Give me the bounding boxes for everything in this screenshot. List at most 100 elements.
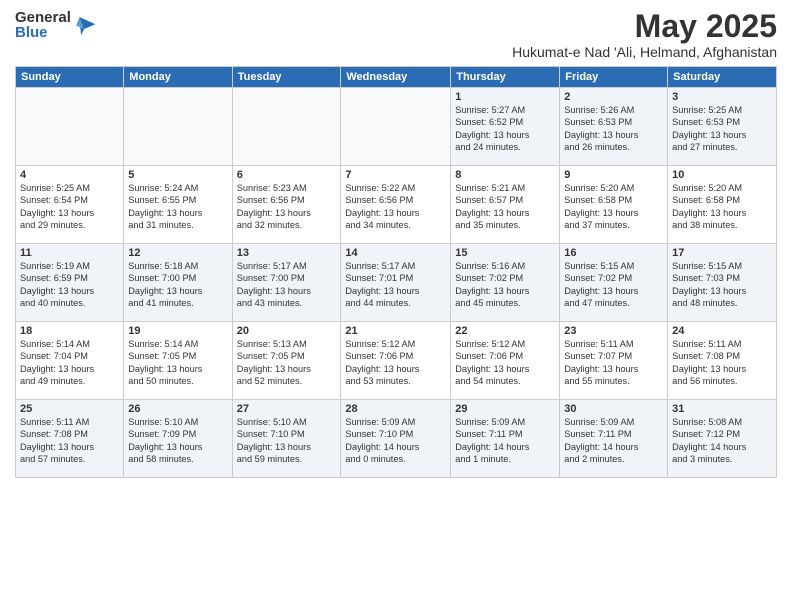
- table-row: 14Sunrise: 5:17 AM Sunset: 7:01 PM Dayli…: [341, 244, 451, 322]
- table-row: 9Sunrise: 5:20 AM Sunset: 6:58 PM Daylig…: [560, 166, 668, 244]
- logo-icon: [73, 13, 97, 37]
- day-info: Sunrise: 5:10 AM Sunset: 7:09 PM Dayligh…: [128, 416, 227, 466]
- day-number: 11: [20, 247, 119, 259]
- logo-text: General Blue: [15, 10, 97, 40]
- table-row: 12Sunrise: 5:18 AM Sunset: 7:00 PM Dayli…: [124, 244, 232, 322]
- day-info: Sunrise: 5:23 AM Sunset: 6:56 PM Dayligh…: [237, 182, 337, 232]
- day-info: Sunrise: 5:15 AM Sunset: 7:02 PM Dayligh…: [564, 260, 663, 310]
- table-row: 19Sunrise: 5:14 AM Sunset: 7:05 PM Dayli…: [124, 322, 232, 400]
- day-number: 16: [564, 247, 663, 259]
- table-row: 27Sunrise: 5:10 AM Sunset: 7:10 PM Dayli…: [232, 400, 341, 478]
- day-info: Sunrise: 5:24 AM Sunset: 6:55 PM Dayligh…: [128, 182, 227, 232]
- table-row: 5Sunrise: 5:24 AM Sunset: 6:55 PM Daylig…: [124, 166, 232, 244]
- day-number: 3: [672, 91, 772, 103]
- day-info: Sunrise: 5:18 AM Sunset: 7:00 PM Dayligh…: [128, 260, 227, 310]
- calendar-table: Sunday Monday Tuesday Wednesday Thursday…: [15, 66, 777, 478]
- table-row: 17Sunrise: 5:15 AM Sunset: 7:03 PM Dayli…: [668, 244, 777, 322]
- day-info: Sunrise: 5:17 AM Sunset: 7:01 PM Dayligh…: [345, 260, 446, 310]
- header-tuesday: Tuesday: [232, 67, 341, 88]
- table-row: 25Sunrise: 5:11 AM Sunset: 7:08 PM Dayli…: [16, 400, 124, 478]
- day-info: Sunrise: 5:08 AM Sunset: 7:12 PM Dayligh…: [672, 416, 772, 466]
- day-info: Sunrise: 5:16 AM Sunset: 7:02 PM Dayligh…: [455, 260, 555, 310]
- week-row-1: 1Sunrise: 5:27 AM Sunset: 6:52 PM Daylig…: [16, 88, 777, 166]
- table-row: 21Sunrise: 5:12 AM Sunset: 7:06 PM Dayli…: [341, 322, 451, 400]
- logo-blue: Blue: [15, 25, 71, 40]
- day-number: 22: [455, 325, 555, 337]
- day-number: 28: [345, 403, 446, 415]
- location-subtitle: Hukumat-e Nad 'Ali, Helmand, Afghanistan: [512, 44, 777, 60]
- logo-general: General: [15, 10, 71, 25]
- table-row: 2Sunrise: 5:26 AM Sunset: 6:53 PM Daylig…: [560, 88, 668, 166]
- day-info: Sunrise: 5:09 AM Sunset: 7:11 PM Dayligh…: [564, 416, 663, 466]
- table-row: 18Sunrise: 5:14 AM Sunset: 7:04 PM Dayli…: [16, 322, 124, 400]
- day-number: 10: [672, 169, 772, 181]
- header-saturday: Saturday: [668, 67, 777, 88]
- day-info: Sunrise: 5:09 AM Sunset: 7:10 PM Dayligh…: [345, 416, 446, 466]
- day-info: Sunrise: 5:27 AM Sunset: 6:52 PM Dayligh…: [455, 104, 555, 154]
- day-info: Sunrise: 5:17 AM Sunset: 7:00 PM Dayligh…: [237, 260, 337, 310]
- week-row-3: 11Sunrise: 5:19 AM Sunset: 6:59 PM Dayli…: [16, 244, 777, 322]
- day-number: 30: [564, 403, 663, 415]
- day-number: 5: [128, 169, 227, 181]
- day-info: Sunrise: 5:10 AM Sunset: 7:10 PM Dayligh…: [237, 416, 337, 466]
- day-number: 24: [672, 325, 772, 337]
- week-row-5: 25Sunrise: 5:11 AM Sunset: 7:08 PM Dayli…: [16, 400, 777, 478]
- table-row: 30Sunrise: 5:09 AM Sunset: 7:11 PM Dayli…: [560, 400, 668, 478]
- day-info: Sunrise: 5:11 AM Sunset: 7:07 PM Dayligh…: [564, 338, 663, 388]
- day-number: 18: [20, 325, 119, 337]
- day-number: 9: [564, 169, 663, 181]
- header-sunday: Sunday: [16, 67, 124, 88]
- table-row: 20Sunrise: 5:13 AM Sunset: 7:05 PM Dayli…: [232, 322, 341, 400]
- table-row: 26Sunrise: 5:10 AM Sunset: 7:09 PM Dayli…: [124, 400, 232, 478]
- table-row: 29Sunrise: 5:09 AM Sunset: 7:11 PM Dayli…: [451, 400, 560, 478]
- table-row: 22Sunrise: 5:12 AM Sunset: 7:06 PM Dayli…: [451, 322, 560, 400]
- day-number: 31: [672, 403, 772, 415]
- table-row: 1Sunrise: 5:27 AM Sunset: 6:52 PM Daylig…: [451, 88, 560, 166]
- logo: General Blue: [15, 10, 97, 40]
- table-row: 24Sunrise: 5:11 AM Sunset: 7:08 PM Dayli…: [668, 322, 777, 400]
- day-number: 27: [237, 403, 337, 415]
- day-info: Sunrise: 5:11 AM Sunset: 7:08 PM Dayligh…: [672, 338, 772, 388]
- header-wednesday: Wednesday: [341, 67, 451, 88]
- day-number: 13: [237, 247, 337, 259]
- day-number: 19: [128, 325, 227, 337]
- table-row: 28Sunrise: 5:09 AM Sunset: 7:10 PM Dayli…: [341, 400, 451, 478]
- header-thursday: Thursday: [451, 67, 560, 88]
- table-row: 11Sunrise: 5:19 AM Sunset: 6:59 PM Dayli…: [16, 244, 124, 322]
- day-number: 6: [237, 169, 337, 181]
- day-number: 17: [672, 247, 772, 259]
- day-number: 21: [345, 325, 446, 337]
- page: General Blue May 2025 Hukumat-e Nad 'Ali…: [0, 0, 792, 612]
- table-row: 23Sunrise: 5:11 AM Sunset: 7:07 PM Dayli…: [560, 322, 668, 400]
- day-info: Sunrise: 5:11 AM Sunset: 7:08 PM Dayligh…: [20, 416, 119, 466]
- table-row: 13Sunrise: 5:17 AM Sunset: 7:00 PM Dayli…: [232, 244, 341, 322]
- table-row: 15Sunrise: 5:16 AM Sunset: 7:02 PM Dayli…: [451, 244, 560, 322]
- day-number: 23: [564, 325, 663, 337]
- table-row: 7Sunrise: 5:22 AM Sunset: 6:56 PM Daylig…: [341, 166, 451, 244]
- day-info: Sunrise: 5:25 AM Sunset: 6:54 PM Dayligh…: [20, 182, 119, 232]
- day-info: Sunrise: 5:20 AM Sunset: 6:58 PM Dayligh…: [564, 182, 663, 232]
- table-row: 6Sunrise: 5:23 AM Sunset: 6:56 PM Daylig…: [232, 166, 341, 244]
- day-info: Sunrise: 5:12 AM Sunset: 7:06 PM Dayligh…: [455, 338, 555, 388]
- day-info: Sunrise: 5:12 AM Sunset: 7:06 PM Dayligh…: [345, 338, 446, 388]
- title-block: May 2025 Hukumat-e Nad 'Ali, Helmand, Af…: [512, 10, 777, 60]
- day-number: 26: [128, 403, 227, 415]
- header-monday: Monday: [124, 67, 232, 88]
- table-row: [16, 88, 124, 166]
- day-info: Sunrise: 5:13 AM Sunset: 7:05 PM Dayligh…: [237, 338, 337, 388]
- table-row: [341, 88, 451, 166]
- table-row: 4Sunrise: 5:25 AM Sunset: 6:54 PM Daylig…: [16, 166, 124, 244]
- table-row: 31Sunrise: 5:08 AM Sunset: 7:12 PM Dayli…: [668, 400, 777, 478]
- table-row: [124, 88, 232, 166]
- day-number: 14: [345, 247, 446, 259]
- day-info: Sunrise: 5:15 AM Sunset: 7:03 PM Dayligh…: [672, 260, 772, 310]
- day-number: 4: [20, 169, 119, 181]
- table-row: [232, 88, 341, 166]
- table-row: 10Sunrise: 5:20 AM Sunset: 6:58 PM Dayli…: [668, 166, 777, 244]
- day-info: Sunrise: 5:14 AM Sunset: 7:04 PM Dayligh…: [20, 338, 119, 388]
- month-year-title: May 2025: [512, 10, 777, 42]
- day-info: Sunrise: 5:25 AM Sunset: 6:53 PM Dayligh…: [672, 104, 772, 154]
- day-info: Sunrise: 5:21 AM Sunset: 6:57 PM Dayligh…: [455, 182, 555, 232]
- header: General Blue May 2025 Hukumat-e Nad 'Ali…: [15, 10, 777, 60]
- table-row: 16Sunrise: 5:15 AM Sunset: 7:02 PM Dayli…: [560, 244, 668, 322]
